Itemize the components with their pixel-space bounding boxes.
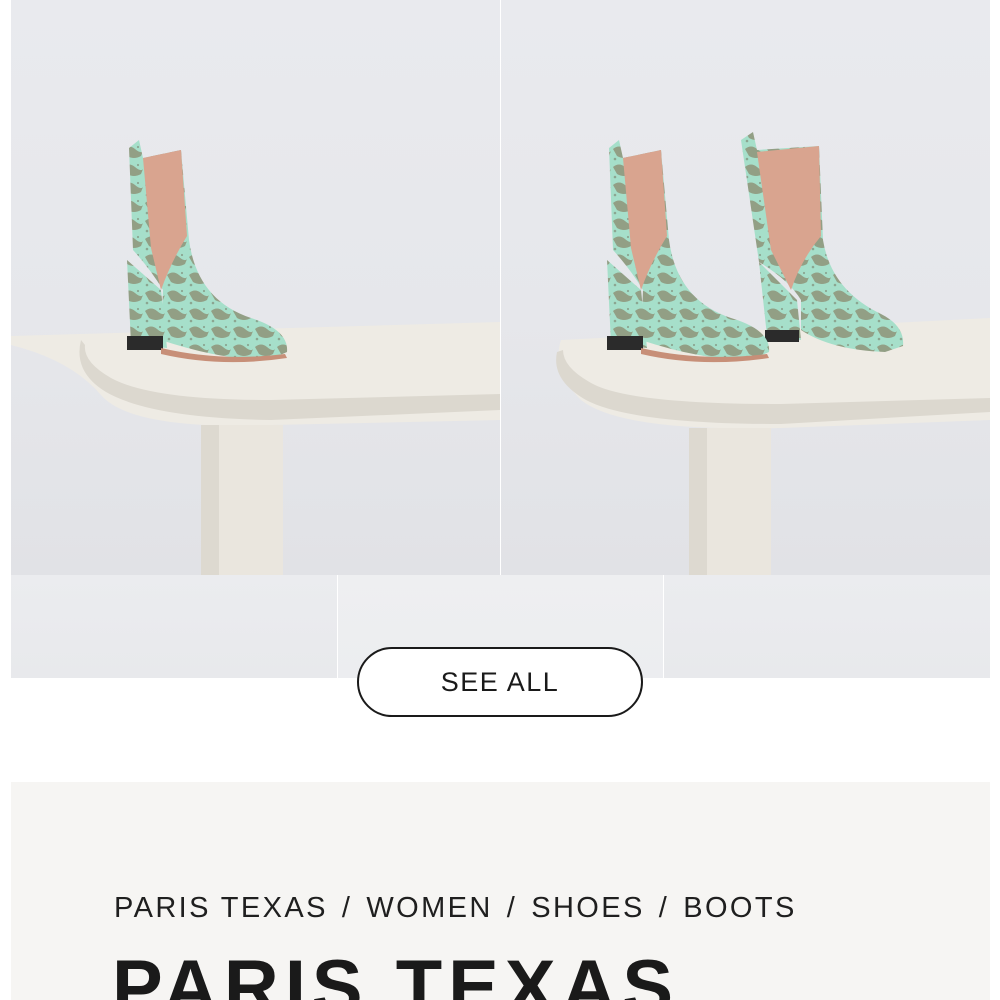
boot-front-shape bbox=[607, 140, 770, 363]
product-gallery bbox=[11, 0, 990, 678]
thumbnail-1[interactable] bbox=[11, 575, 337, 678]
product-photo-single-boot[interactable] bbox=[11, 0, 500, 575]
product-photo-boot-pair[interactable] bbox=[501, 0, 990, 575]
breadcrumb-separator: / bbox=[341, 892, 353, 924]
breadcrumb-link-women[interactable]: WOMEN bbox=[366, 892, 492, 925]
thumbnail-3[interactable] bbox=[664, 575, 990, 678]
breadcrumb-separator: / bbox=[506, 892, 518, 924]
gallery-main-row bbox=[11, 0, 990, 575]
breadcrumb: PARIS TEXAS / WOMEN / SHOES / BOOTS bbox=[114, 892, 797, 925]
breadcrumb-link-shoes[interactable]: SHOES bbox=[531, 892, 645, 925]
breadcrumb-link-boots[interactable]: BOOTS bbox=[683, 892, 797, 925]
boot-pair-photo-icon bbox=[556, 132, 990, 575]
breadcrumb-separator: / bbox=[658, 892, 670, 924]
product-info-panel: PARIS TEXAS / WOMEN / SHOES / BOOTS PARI… bbox=[11, 782, 990, 1000]
see-all-button[interactable]: SEE ALL bbox=[357, 647, 643, 717]
product-brand-title[interactable]: PARIS TEXAS bbox=[112, 950, 679, 1000]
boot-back-shape bbox=[741, 132, 904, 352]
breadcrumb-link-brand[interactable]: PARIS TEXAS bbox=[114, 892, 328, 925]
boot-shape bbox=[127, 140, 288, 363]
boot-single-photo-icon bbox=[11, 140, 500, 575]
